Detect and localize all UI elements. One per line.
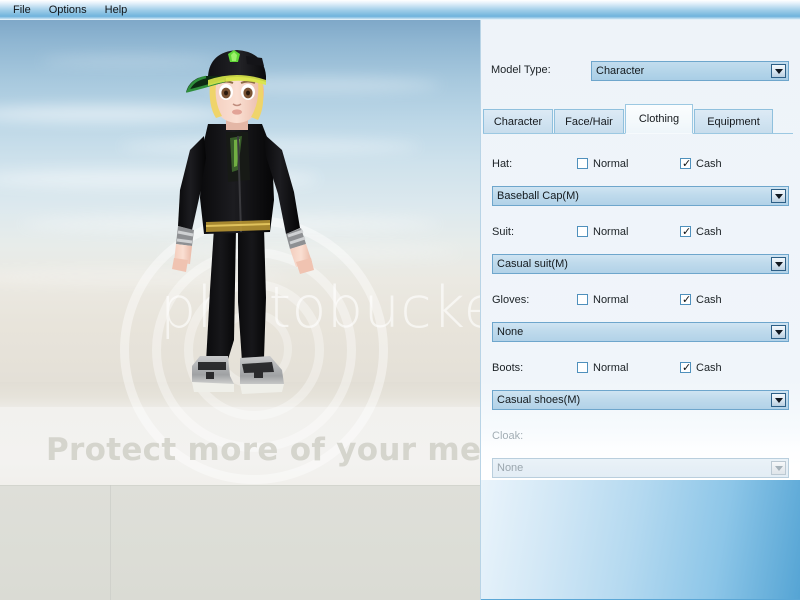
panel-divider — [480, 20, 481, 600]
menu-item-file[interactable]: File — [4, 0, 40, 20]
suit-select[interactable]: Casual suit(M) — [492, 254, 789, 274]
gloves-normal-checkbox[interactable] — [577, 294, 588, 305]
gloves-cash-checkbox[interactable]: ✓ — [680, 294, 691, 305]
hat-cash-label: Cash — [696, 158, 722, 170]
cloak-value: None — [497, 462, 524, 474]
boots-cash-label: Cash — [696, 362, 722, 374]
model-type-value: Character — [596, 65, 645, 77]
boots-cash-checkbox[interactable]: ✓ — [680, 362, 691, 373]
chevron-down-icon — [771, 461, 786, 475]
gloves-value: None — [497, 326, 524, 338]
ground-highlight-band — [0, 407, 480, 485]
gloves-label: Gloves: — [492, 294, 530, 306]
chevron-down-icon[interactable] — [771, 189, 786, 203]
gloves-normal-label: Normal — [593, 294, 629, 306]
cloak-label: Cloak: — [492, 430, 524, 442]
tab-equipment[interactable]: Equipment — [694, 109, 773, 134]
tab-clothing[interactable]: Clothing — [625, 104, 693, 134]
suit-value: Casual suit(M) — [497, 258, 568, 270]
character-preview-viewport[interactable]: photobucket — [0, 20, 480, 600]
panel-footer-gradient — [480, 480, 800, 599]
boots-normal-label: Normal — [593, 362, 629, 374]
hat-value: Baseball Cap(M) — [497, 190, 579, 202]
hat-cash-checkbox[interactable]: ✓ — [680, 158, 691, 169]
tab-bar: Character Face/Hair Clothing Equipment — [483, 104, 793, 134]
menu-bar: File Options Help — [0, 0, 800, 20]
boots-normal-checkbox[interactable] — [577, 362, 588, 373]
tab-face-hair[interactable]: Face/Hair — [554, 109, 624, 134]
suit-label: Suit: — [492, 226, 515, 238]
chevron-down-icon[interactable] — [771, 64, 786, 78]
tab-character[interactable]: Character — [483, 109, 553, 134]
gloves-cash-label: Cash — [696, 294, 722, 306]
gloves-select[interactable]: None — [492, 322, 789, 342]
suit-normal-checkbox[interactable] — [577, 226, 588, 237]
boots-select[interactable]: Casual shoes(M) — [492, 390, 789, 410]
ground-plane — [0, 485, 480, 600]
hat-select[interactable]: Baseball Cap(M) — [492, 186, 789, 206]
cloak-select: None — [492, 458, 789, 478]
app-window: File Options Help photobucket — [0, 0, 800, 600]
menu-item-help[interactable]: Help — [96, 0, 137, 20]
hat-label: Hat: — [492, 158, 513, 170]
chevron-down-icon[interactable] — [771, 257, 786, 271]
suit-cash-label: Cash — [696, 226, 722, 238]
menu-item-options[interactable]: Options — [40, 0, 96, 20]
model-type-select[interactable]: Character — [591, 61, 789, 81]
hat-normal-checkbox[interactable] — [577, 158, 588, 169]
chevron-down-icon[interactable] — [771, 325, 786, 339]
suit-normal-label: Normal — [593, 226, 629, 238]
ground-grid-line — [110, 485, 111, 600]
chevron-down-icon[interactable] — [771, 393, 786, 407]
boots-label: Boots: — [492, 362, 524, 374]
model-type-label: Model Type: — [491, 64, 551, 76]
suit-cash-checkbox[interactable]: ✓ — [680, 226, 691, 237]
hat-normal-label: Normal — [593, 158, 629, 170]
character-model — [172, 50, 314, 394]
ground-seam — [0, 485, 480, 486]
boots-value: Casual shoes(M) — [497, 394, 581, 406]
options-panel: Model Type: Character Character Face/Hai… — [480, 20, 800, 600]
